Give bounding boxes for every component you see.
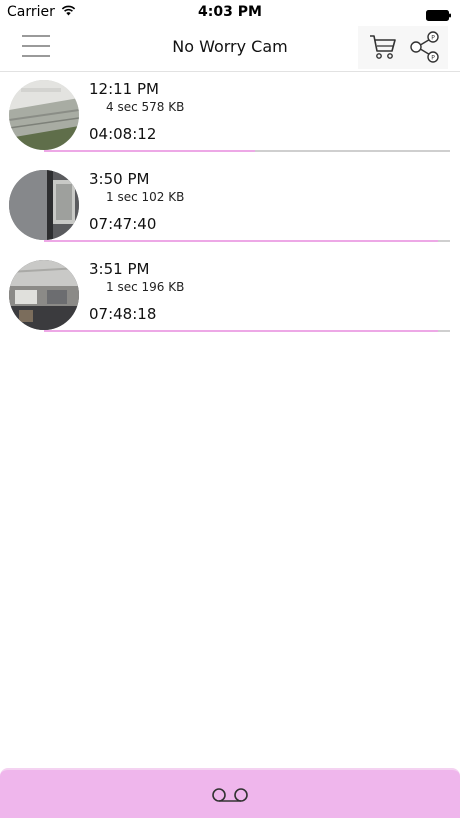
svg-text:P: P (431, 35, 435, 42)
recording-meta: 4 sec 578 KB (106, 100, 185, 114)
cart-button[interactable] (368, 32, 398, 62)
recording-list: 12:11 PM 4 sec 578 KB 04:08:12 3:50 PM 1… (0, 72, 460, 342)
battery-icon (426, 6, 452, 21)
recording-duration: 04:08:12 (89, 125, 157, 143)
recording-meta: 1 sec 102 KB (106, 190, 185, 204)
recording-thumbnail (9, 260, 79, 330)
recording-duration: 07:47:40 (89, 215, 157, 233)
recording-row[interactable]: 3:51 PM 1 sec 196 KB 07:48:18 (0, 252, 460, 342)
share-icon: P P (410, 31, 439, 63)
status-time: 4:03 PM (198, 4, 262, 20)
recording-time: 12:11 PM (89, 80, 159, 98)
recording-duration: 07:48:18 (89, 305, 157, 323)
voicemail-icon (212, 788, 248, 802)
nav-bar: No Worry Cam P P (0, 24, 460, 72)
bottom-bar (0, 768, 460, 818)
recording-progress-fill (44, 330, 438, 332)
recording-progress-bar (44, 330, 450, 332)
recording-progress-bar (44, 150, 450, 152)
share-button[interactable]: P P (408, 30, 442, 64)
recording-time: 3:50 PM (89, 170, 150, 188)
recording-progress-fill (44, 150, 256, 152)
recording-time: 3:51 PM (89, 260, 150, 278)
recording-thumbnail (9, 80, 79, 150)
recording-meta: 1 sec 196 KB (106, 280, 185, 294)
nav-actions: P P (358, 26, 448, 69)
status-bar: Carrier 4:03 PM (0, 0, 460, 24)
recording-progress-bar (44, 240, 450, 242)
cart-icon (370, 35, 396, 59)
recording-progress-fill (44, 240, 438, 242)
svg-text:P: P (431, 55, 435, 62)
app-screen: Carrier 4:03 PM No Worry Cam P P 12:11 P… (0, 0, 460, 818)
recording-row[interactable]: 3:50 PM 1 sec 102 KB 07:47:40 (0, 162, 460, 252)
voicemail-button[interactable] (210, 786, 250, 804)
recording-row[interactable]: 12:11 PM 4 sec 578 KB 04:08:12 (0, 72, 460, 162)
recording-thumbnail (9, 170, 79, 240)
